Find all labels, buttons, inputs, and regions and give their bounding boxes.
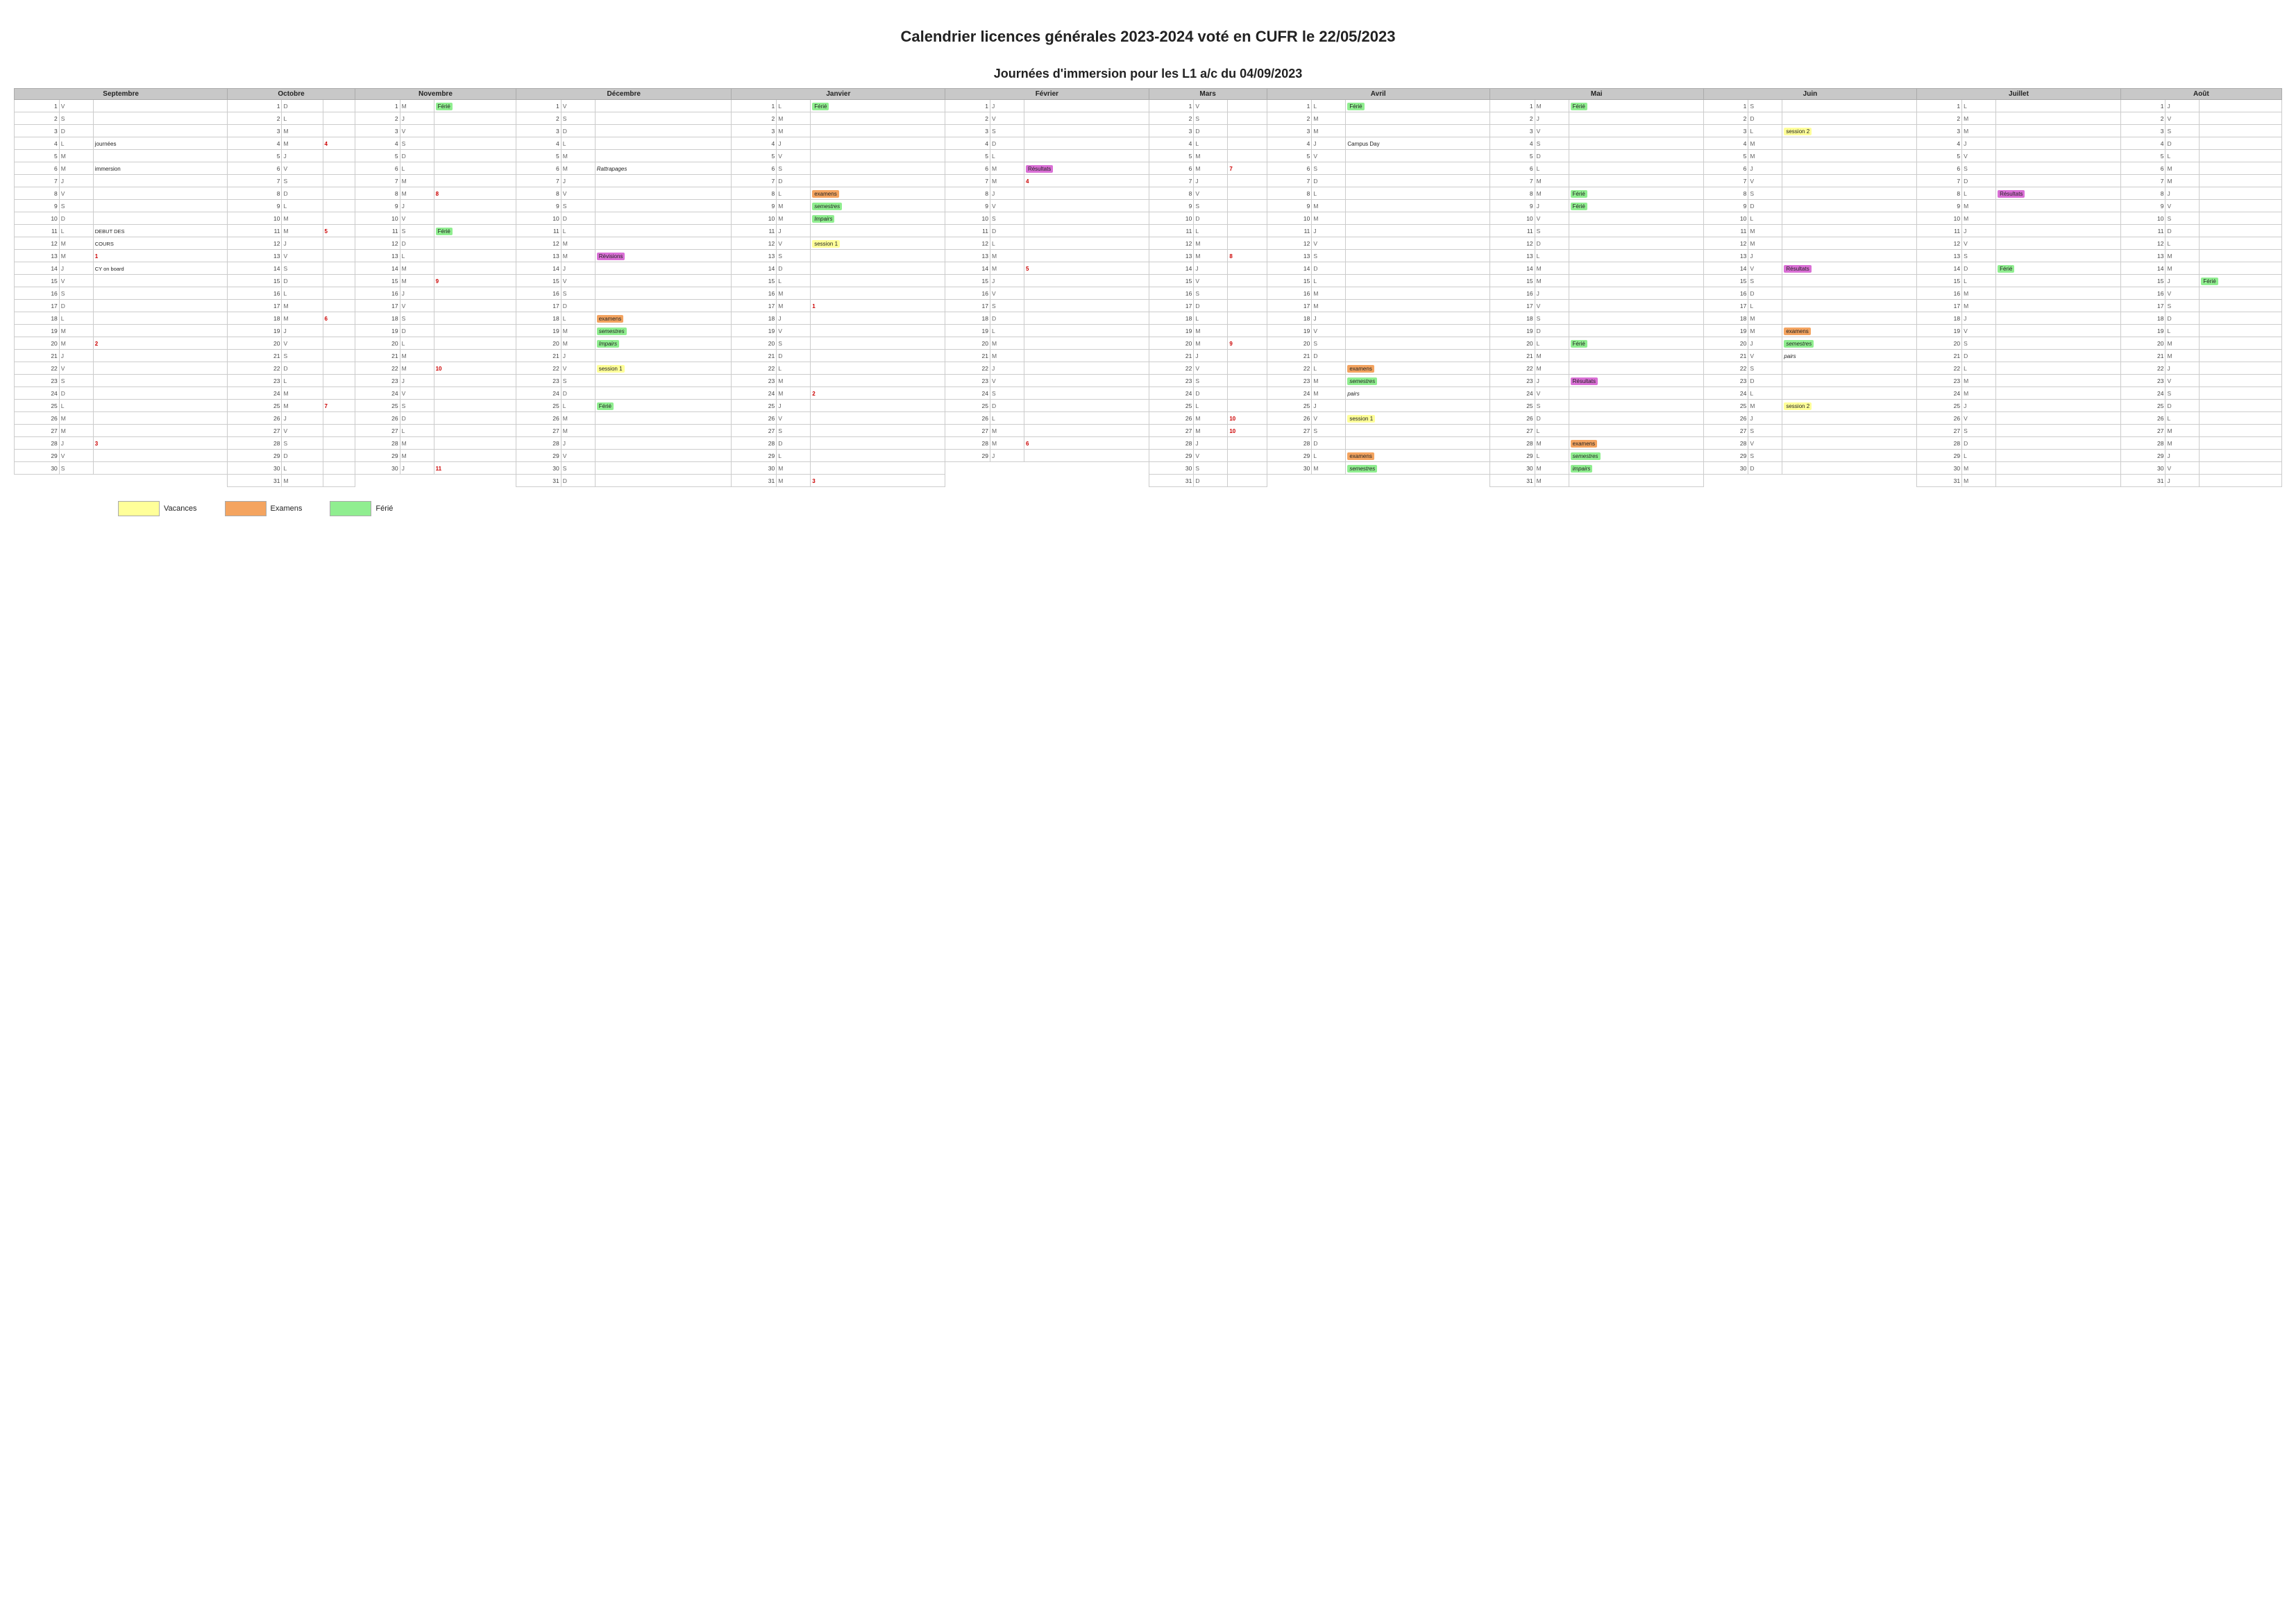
legend-examens-label: Examens (271, 504, 303, 513)
legend-examens-box (225, 501, 267, 516)
month-header-mar: Mars (1149, 89, 1267, 100)
table-row: 25L 25M7 25S 25LFérié 25J 25D 25L 25J 25… (15, 400, 2282, 412)
month-header-jun: Juin (1703, 89, 1917, 100)
table-row: 18L 18M6 18S 18Lexamens 18J 18D 18L 18J … (15, 312, 2282, 325)
month-header-jan: Janvier (732, 89, 945, 100)
table-row: 31M 31D 31M3 31D 31M 31M 31J (15, 475, 2282, 487)
table-row: 24D 24M 24V 24D 24M2 24S 24D 24Mpairs 24… (15, 387, 2282, 400)
month-header-mai: Mai (1489, 89, 1703, 100)
table-row: 16S 16L 16J 16S 16M 16V 16S 16M 16J 16D … (15, 287, 2282, 300)
table-row: 4Ljournées 4M4 4S 4L 4J 4D 4L 4JCampus D… (15, 137, 2282, 150)
table-row: 8V 8D 8M8 8V 8Lexamens 8J 8V 8L 8MFérié … (15, 187, 2282, 200)
subtitle: Journées d'immersion pour les L1 a/c du … (14, 67, 2282, 81)
legend: Vacances Examens Férié (14, 501, 2282, 516)
table-row: 23S 23L 23J 23S 23M 23V 23S 23Msemestres… (15, 375, 2282, 387)
table-row: 5M 5J 5D 5M 5V 5L 5M 5V 5D 5M 5V 5L (15, 150, 2282, 162)
month-header-oct: Octobre (228, 89, 355, 100)
table-row: 1V 1D 1MFérié 1V 1LFérié 1J 1V 1LFérié 1… (15, 100, 2282, 112)
table-row: 26M 26J 26D 26M 26V 26L 26M10 26Vsession… (15, 412, 2282, 425)
table-row: 14JCY on board 14S 14M 14J 14D 14M5 14J … (15, 262, 2282, 275)
month-header-feb: Février (945, 89, 1149, 100)
calendar-table: Septembre Octobre Novembre Décembre Janv… (14, 88, 2282, 487)
table-row: 17D 17M 17V 17D 17M1 17S 17D 17M 17V 17L… (15, 300, 2282, 312)
table-row: 20M2 20V 20L 20MImpairs 20S 20M 20M9 20S… (15, 337, 2282, 350)
table-row: 9S 9L 9J 9S 9Msemestres 9V 9S 9M 9JFérié… (15, 200, 2282, 212)
legend-ferie: Férié (330, 501, 393, 516)
legend-vacances: Vacances (118, 501, 197, 516)
table-row: 2S 2L 2J 2S 2M 2V 2S 2M 2J 2D 2M 2V (15, 112, 2282, 125)
legend-vacances-label: Vacances (164, 504, 197, 513)
table-row: 12MCOURS 12J 12D 12M 12Vsession 1 12L 12… (15, 237, 2282, 250)
table-row: 3D 3M 3V 3D 3M 3S 3D 3M 3V 3Lsession 2 3… (15, 125, 2282, 137)
month-header-sep: Septembre (15, 89, 228, 100)
legend-examens: Examens (225, 501, 303, 516)
month-header-aou: Août (2120, 89, 2281, 100)
table-row: 22V 22D 22M10 22Vsession 1 22L 22J 22V 2… (15, 362, 2282, 375)
table-row: 30S 30L 30J11 30S 30M 30S 30Msemestres 3… (15, 462, 2282, 475)
month-header-apr: Avril (1267, 89, 1489, 100)
table-row: 7J 7S 7M 7J 7D 7M4 7J 7D 7M 7V 7D 7M (15, 175, 2282, 187)
table-row: 27M 27V 27L 27M 27S 27M 27M10 27S 27L 27… (15, 425, 2282, 437)
table-row: 11LDEBUT DES 11M5 11SFérié 11L 11J 11D 1… (15, 225, 2282, 237)
table-row: 19M 19J 19D 19Msemestres 19V 19L 19M 19V… (15, 325, 2282, 337)
table-row: 10D 10M 10V 10D 10MImpairs 10S 10D 10M 1… (15, 212, 2282, 225)
legend-ferie-label: Férié (375, 504, 393, 513)
legend-vacances-box (118, 501, 160, 516)
table-row: 21J 21S 21M 21J 21D 21M 21J 21D 21M 21Vp… (15, 350, 2282, 362)
table-row: 15V 15D 15M9 15V 15L 15J 15V 15L 15M 15S… (15, 275, 2282, 287)
table-row: 29V 29D 29M 29V 29L 29J 29V 29Lexamens 2… (15, 450, 2282, 462)
table-row: 13M1 13V 13L 13MRévisions 13S 13M 13M8 1… (15, 250, 2282, 262)
table-row: 28J3 28S 28M 28J 28D 28M6 28J 28D 28Mexa… (15, 437, 2282, 450)
month-header-nov: Novembre (355, 89, 516, 100)
legend-ferie-box (330, 501, 371, 516)
month-header-dec: Décembre (516, 89, 732, 100)
page-title: Calendrier licences générales 2023-2024 … (14, 28, 2282, 46)
month-header-jul: Juillet (1917, 89, 2120, 100)
table-row: 6Mimmersion 6V 6L 6MRattrapages 6S 6MRés… (15, 162, 2282, 175)
